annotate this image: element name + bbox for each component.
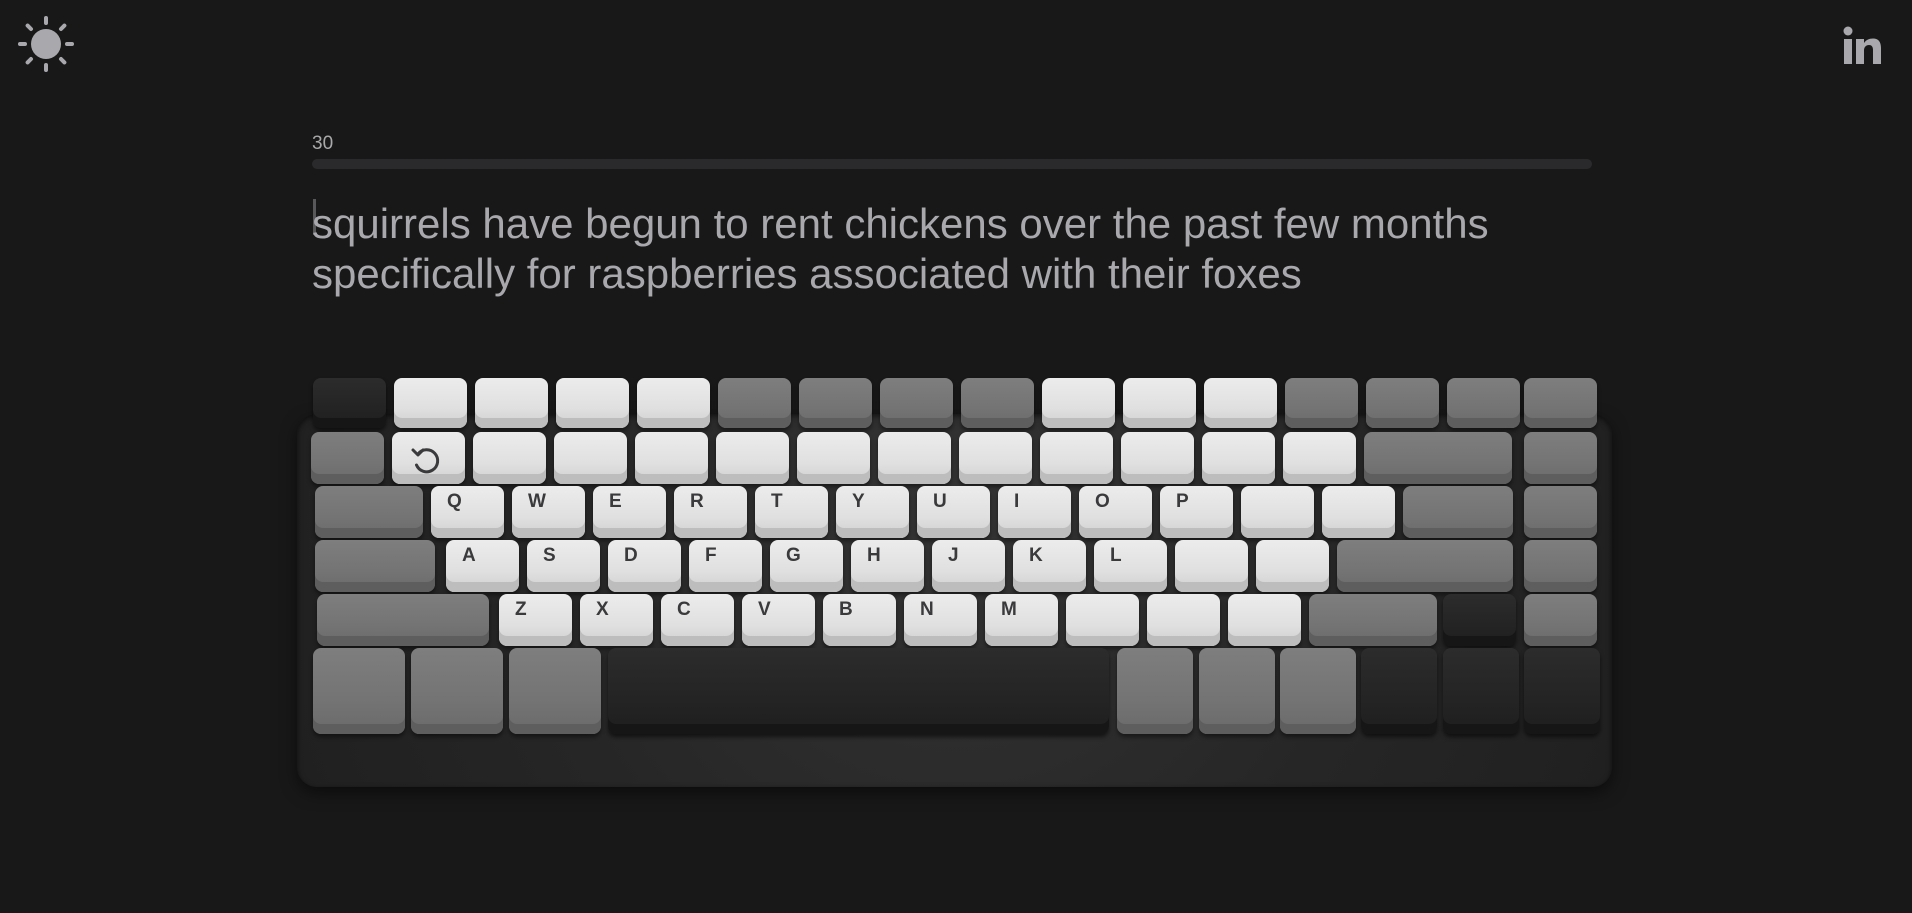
- key-caps[interactable]: [315, 486, 423, 538]
- key-x[interactable]: X: [580, 594, 653, 646]
- key-6[interactable]: [799, 378, 872, 428]
- key-n[interactable]: N: [904, 594, 977, 646]
- key-g[interactable]: G: [770, 540, 843, 592]
- key-k[interactable]: K: [1013, 540, 1086, 592]
- key-7[interactable]: [880, 378, 953, 428]
- key-shift-right[interactable]: [1309, 594, 1437, 646]
- key-r1-5[interactable]: [716, 432, 789, 484]
- key-w[interactable]: W: [512, 486, 585, 538]
- key-r1-9[interactable]: [1040, 432, 1113, 484]
- key-m[interactable]: M: [985, 594, 1058, 646]
- key-u[interactable]: U: [917, 486, 990, 538]
- key-j[interactable]: J: [932, 540, 1005, 592]
- key-r1-10[interactable]: [1121, 432, 1194, 484]
- key-nav-3[interactable]: [1524, 486, 1597, 538]
- key-period[interactable]: [1147, 594, 1220, 646]
- key-r1-3[interactable]: [554, 432, 627, 484]
- key-0[interactable]: [1123, 378, 1196, 428]
- key-arrow-right[interactable]: [1524, 648, 1600, 734]
- key-d[interactable]: D: [608, 540, 681, 592]
- key-5[interactable]: [718, 378, 791, 428]
- key-e[interactable]: E: [593, 486, 666, 538]
- key-r1-11[interactable]: [1202, 432, 1275, 484]
- keyboard-graphic: Q W E R T Y U I O P A S D F G H J K L Z …: [297, 378, 1612, 787]
- key-8[interactable]: [961, 378, 1034, 428]
- linkedin-icon[interactable]: [1842, 26, 1882, 66]
- key-r1-7[interactable]: [878, 432, 951, 484]
- key-alt-left[interactable]: [509, 648, 601, 734]
- key-p[interactable]: P: [1160, 486, 1233, 538]
- key-l[interactable]: L: [1094, 540, 1167, 592]
- typing-page: 30 squirrels have begun to rent chickens…: [0, 0, 1912, 913]
- key-semicolon[interactable]: [1175, 540, 1248, 592]
- key-r1-2[interactable]: [473, 432, 546, 484]
- key-comma[interactable]: [1066, 594, 1139, 646]
- progress-bar: [312, 159, 1592, 169]
- key-os[interactable]: [411, 648, 503, 734]
- key-minus[interactable]: [1204, 378, 1277, 428]
- key-r[interactable]: R: [674, 486, 747, 538]
- key-f[interactable]: F: [689, 540, 762, 592]
- key-bracket-left[interactable]: [1241, 486, 1314, 538]
- key-h[interactable]: H: [851, 540, 924, 592]
- key-ctrl-right[interactable]: [1280, 648, 1356, 734]
- key-shift-left-upper[interactable]: [315, 540, 435, 592]
- key-quote[interactable]: [1256, 540, 1329, 592]
- timer-countdown: 30: [312, 133, 334, 154]
- key-arrow-up[interactable]: [1443, 594, 1516, 646]
- key-backspace-1[interactable]: [1366, 378, 1439, 428]
- key-a[interactable]: A: [446, 540, 519, 592]
- key-y[interactable]: Y: [836, 486, 909, 538]
- key-nav-5[interactable]: [1524, 594, 1597, 646]
- key-enter[interactable]: [1337, 540, 1513, 592]
- key-o[interactable]: O: [1079, 486, 1152, 538]
- key-ctrl[interactable]: [313, 648, 405, 734]
- key-arrow-down[interactable]: [1443, 648, 1519, 734]
- key-esc[interactable]: [313, 378, 386, 428]
- key-fn[interactable]: [1199, 648, 1275, 734]
- key-backspace-2[interactable]: [1447, 378, 1520, 428]
- key-alt-right[interactable]: [1117, 648, 1193, 734]
- key-arrow-left[interactable]: [1361, 648, 1437, 734]
- key-r1-8[interactable]: [959, 432, 1032, 484]
- sun-icon[interactable]: [18, 16, 74, 72]
- key-tab[interactable]: [311, 432, 384, 484]
- key-b[interactable]: B: [823, 594, 896, 646]
- key-i[interactable]: I: [998, 486, 1071, 538]
- key-nav-1[interactable]: [1524, 378, 1597, 428]
- restart-button[interactable]: [392, 432, 465, 484]
- key-c[interactable]: C: [661, 594, 734, 646]
- key-space[interactable]: [608, 648, 1109, 734]
- key-9[interactable]: [1042, 378, 1115, 428]
- key-nav-4[interactable]: [1524, 540, 1597, 592]
- key-q[interactable]: Q: [431, 486, 504, 538]
- key-v[interactable]: V: [742, 594, 815, 646]
- key-bracket-right[interactable]: [1322, 486, 1395, 538]
- key-nav-2[interactable]: [1524, 432, 1597, 484]
- key-4[interactable]: [637, 378, 710, 428]
- restart-icon: [411, 448, 440, 474]
- key-r1-4[interactable]: [635, 432, 708, 484]
- prompt-text[interactable]: squirrels have begun to rent chickens ov…: [312, 199, 1602, 299]
- key-z[interactable]: Z: [499, 594, 572, 646]
- key-shift-left[interactable]: [317, 594, 489, 646]
- key-r1-12[interactable]: [1283, 432, 1356, 484]
- key-slash[interactable]: [1228, 594, 1301, 646]
- key-s[interactable]: S: [527, 540, 600, 592]
- key-equals[interactable]: [1285, 378, 1358, 428]
- key-backslash[interactable]: [1364, 432, 1512, 484]
- key-row2-end[interactable]: [1403, 486, 1513, 538]
- key-1[interactable]: [394, 378, 467, 428]
- key-3[interactable]: [556, 378, 629, 428]
- key-t[interactable]: T: [755, 486, 828, 538]
- key-2[interactable]: [475, 378, 548, 428]
- key-r1-6[interactable]: [797, 432, 870, 484]
